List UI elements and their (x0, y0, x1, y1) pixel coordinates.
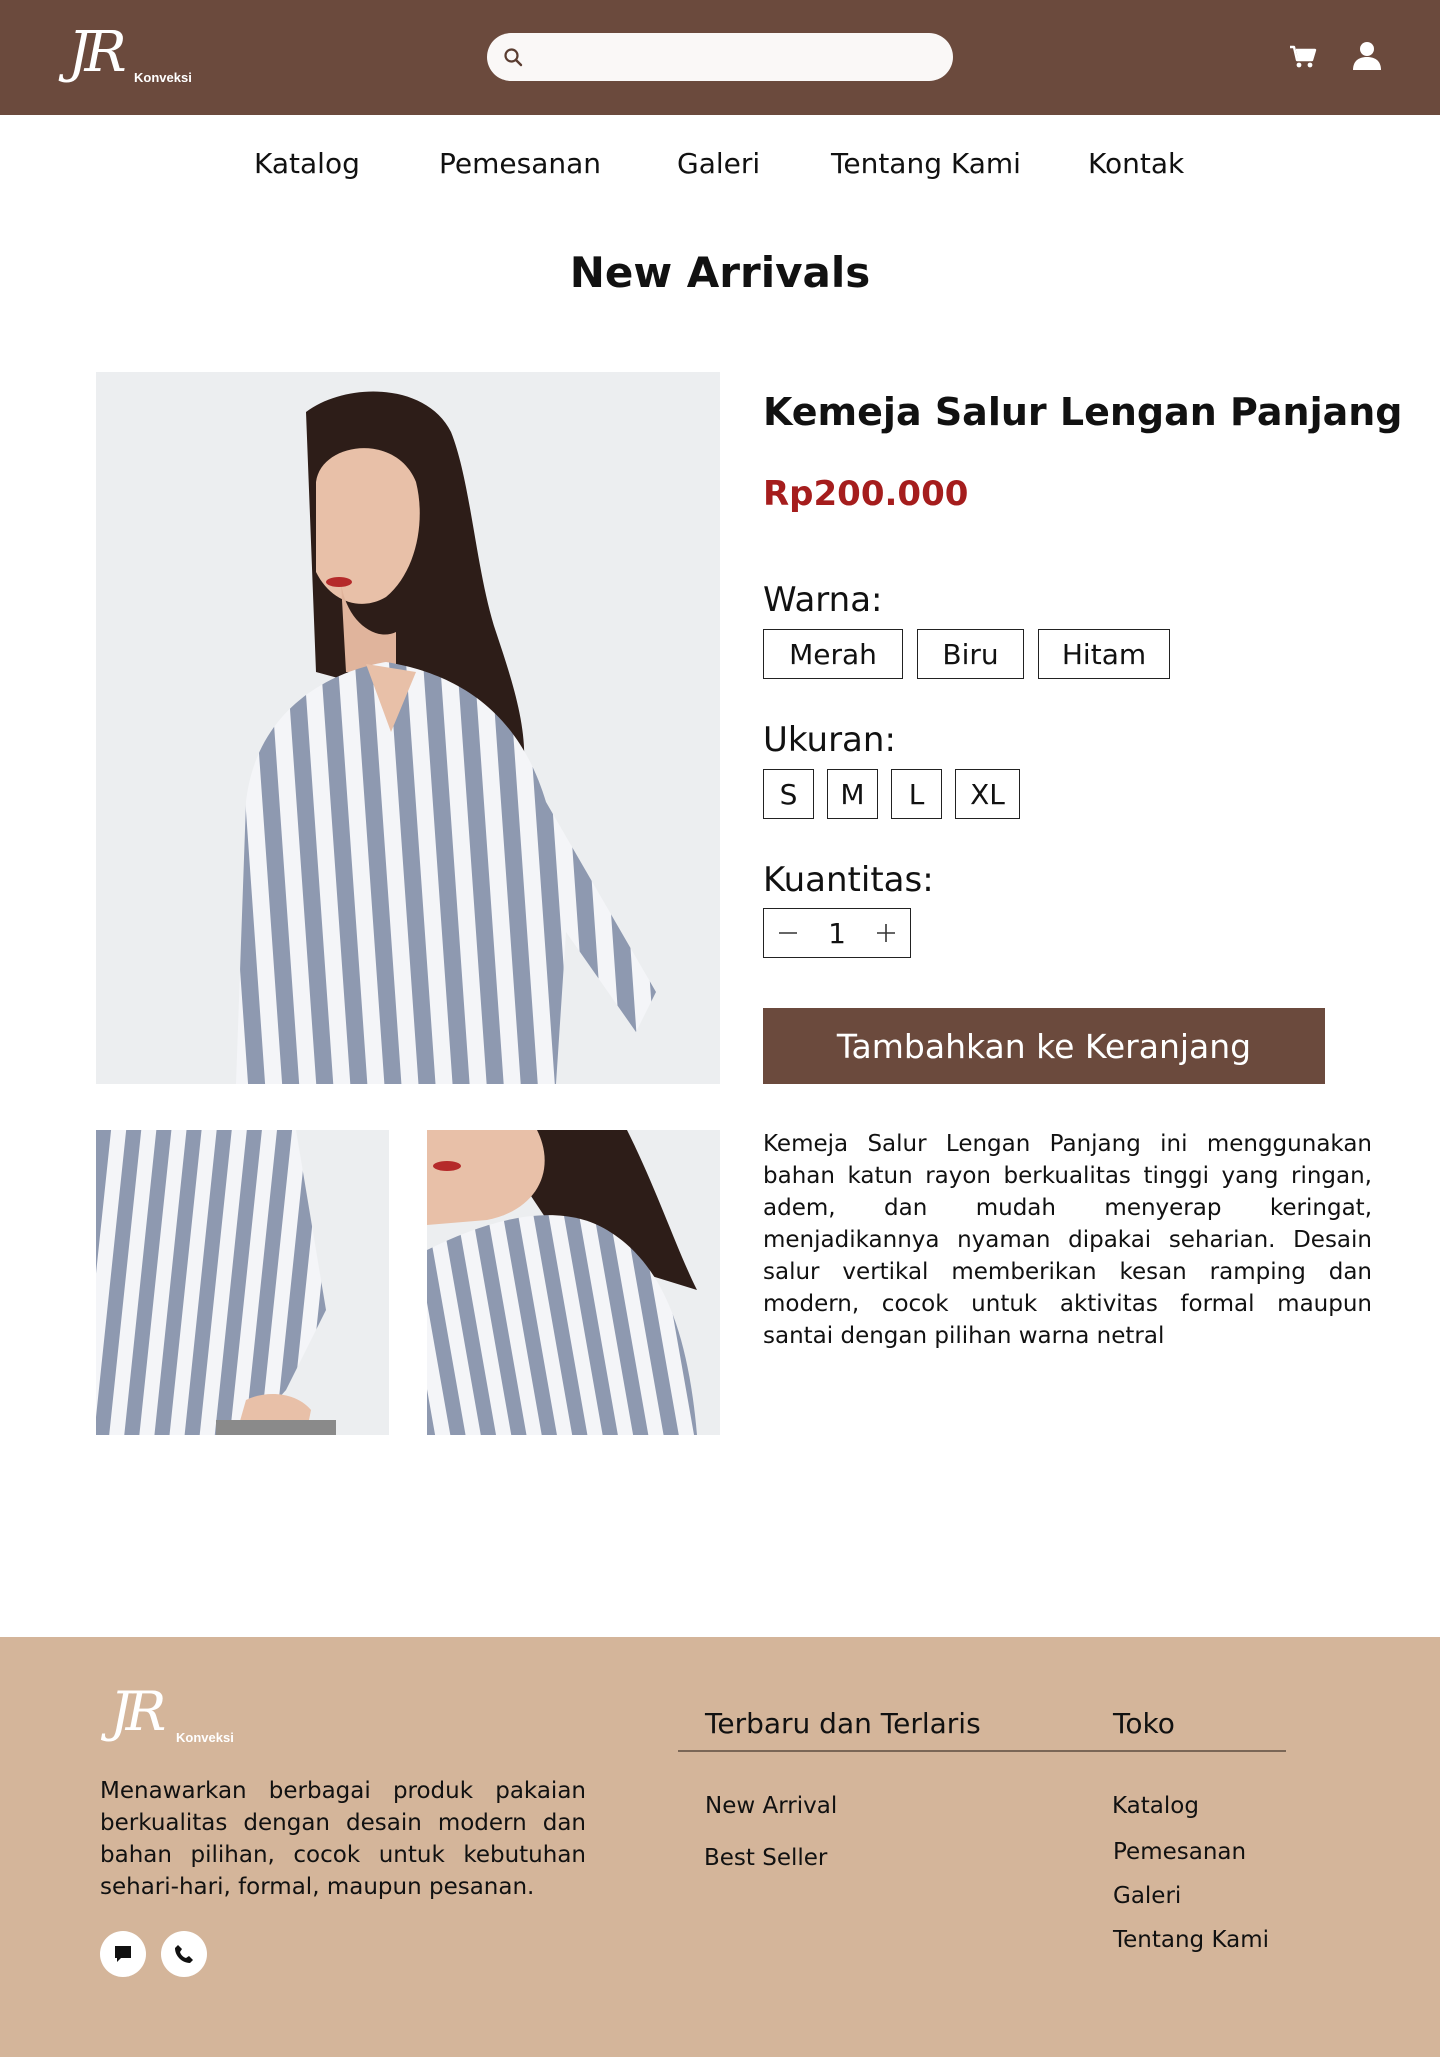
product-thumbnail-2[interactable] (427, 1130, 720, 1435)
logo-subtitle: Konveksi (134, 70, 192, 85)
search-icon (504, 48, 523, 67)
color-option-hitam[interactable]: Hitam (1038, 629, 1170, 679)
striped-shirt-collar-illustration (427, 1130, 720, 1435)
quantity-stepper: 1 (763, 908, 911, 958)
size-option-s[interactable]: S (763, 769, 814, 819)
footer-link-galeri[interactable]: Galeri (1113, 1883, 1181, 1909)
striped-shirt-model-illustration (96, 372, 720, 1084)
top-header: JR Konveksi (0, 0, 1440, 115)
nav-item-pemesanan[interactable]: Pemesanan (439, 147, 601, 180)
nav-item-galeri[interactable]: Galeri (677, 147, 760, 180)
brand-logo[interactable]: JR Konveksi (68, 20, 208, 90)
size-label: Ukuran: (763, 720, 896, 760)
footer-col2-title: Toko (1113, 1707, 1175, 1740)
size-option-xl[interactable]: XL (955, 769, 1020, 819)
product-thumbnail-1[interactable] (96, 1130, 389, 1435)
footer-logo-monogram: JR (110, 1680, 166, 1743)
cart-icon[interactable] (1288, 40, 1318, 72)
footer-link-katalog[interactable]: Katalog (1112, 1793, 1199, 1819)
footer-link-new-arrival[interactable]: New Arrival (705, 1793, 837, 1819)
striped-shirt-sleeve-illustration (96, 1130, 389, 1435)
footer-logo-subtitle: Konveksi (176, 1730, 234, 1745)
plus-icon[interactable] (872, 919, 900, 947)
product-description: Kemeja Salur Lengan Panjang ini mengguna… (763, 1131, 1372, 1349)
color-option-merah[interactable]: Merah (763, 629, 903, 679)
color-label: Warna: (763, 580, 883, 620)
color-option-biru[interactable]: Biru (917, 629, 1024, 679)
nav-item-tentang-kami[interactable]: Tentang Kami (831, 147, 1021, 180)
quantity-label: Kuantitas: (763, 860, 934, 900)
logo-monogram: JR (68, 20, 127, 85)
product-title: Kemeja Salur Lengan Panjang (763, 390, 1403, 434)
nav-item-kontak[interactable]: Kontak (1088, 147, 1184, 180)
main-nav: Katalog Pemesanan Galeri Tentang Kami Ko… (0, 115, 1440, 211)
product-price: Rp200.000 (763, 474, 969, 514)
search-bar[interactable] (487, 33, 953, 81)
add-to-cart-button[interactable]: Tambahkan ke Keranjang (763, 1008, 1325, 1084)
size-option-l[interactable]: L (891, 769, 942, 819)
footer-col1-title: Terbaru dan Terlaris (705, 1707, 981, 1740)
chat-icon[interactable] (100, 1931, 146, 1977)
footer-link-best-seller[interactable]: Best Seller (704, 1845, 827, 1871)
footer-logo[interactable]: JR Konveksi (110, 1680, 250, 1750)
nav-item-katalog[interactable]: Katalog (254, 147, 360, 180)
footer-link-pemesanan[interactable]: Pemesanan (1113, 1839, 1246, 1865)
search-input[interactable] (533, 39, 933, 75)
phone-icon[interactable] (161, 1931, 207, 1977)
section-title: New Arrivals (569, 248, 871, 297)
footer-about: Menawarkan berbagai produk pakaian berku… (100, 1778, 586, 1900)
size-option-m[interactable]: M (827, 769, 878, 819)
footer-link-tentang-kami[interactable]: Tentang Kami (1113, 1927, 1269, 1953)
footer-divider (678, 1750, 1286, 1752)
user-icon[interactable] (1352, 40, 1382, 72)
footer: JR Konveksi Menawarkan berbagai produk p… (0, 1637, 1440, 2057)
quantity-value[interactable]: 1 (828, 917, 846, 950)
minus-icon[interactable] (774, 919, 802, 947)
product-main-image[interactable] (96, 372, 720, 1084)
